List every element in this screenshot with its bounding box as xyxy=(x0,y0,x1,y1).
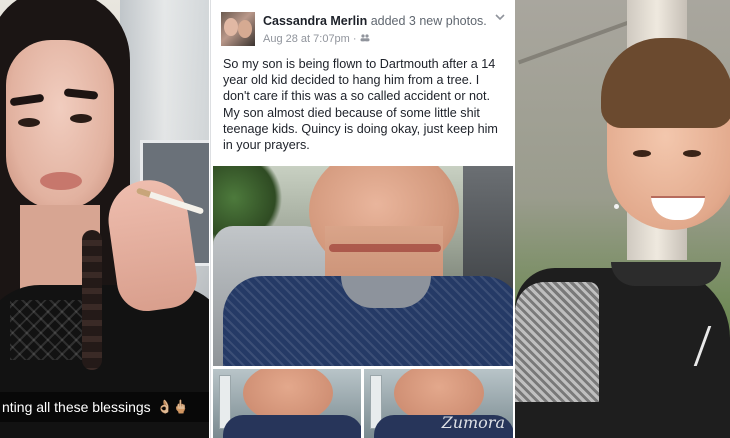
author-line: Cassandra Merlin added 3 new photos. xyxy=(263,14,487,28)
eye xyxy=(70,114,92,123)
post-photo-thumbnail[interactable]: Zumora xyxy=(364,369,513,438)
boy-hair xyxy=(601,38,730,128)
eye xyxy=(683,150,701,157)
eye xyxy=(633,150,651,157)
braid xyxy=(82,230,102,370)
composite-image: nting all these blessings 👌🏼🖕🏼 Cassandra… xyxy=(0,0,730,438)
post-action: added 3 new photos. xyxy=(370,14,487,28)
gray-sleeve xyxy=(515,282,599,402)
author-name-link[interactable]: Cassandra Merlin xyxy=(263,14,367,28)
post-header: Cassandra Merlin added 3 new photos. Aug… xyxy=(221,12,505,48)
watermark: Zumora xyxy=(441,413,505,432)
avatar-person xyxy=(224,18,238,36)
chevron-down-icon[interactable] xyxy=(495,12,505,24)
friends-icon xyxy=(360,33,370,45)
post-body-text: So my son is being flown to Dartmouth af… xyxy=(223,57,498,153)
caption-emoji: 👌🏼🖕🏼 xyxy=(156,399,190,414)
post-photo-thumbnail[interactable] xyxy=(213,369,361,438)
eye xyxy=(18,118,40,127)
post-photo-main[interactable] xyxy=(213,166,513,366)
earring xyxy=(614,204,619,209)
lips xyxy=(40,172,82,190)
post-timestamp-link[interactable]: Aug 28 at 7:07pm xyxy=(263,33,350,45)
child-shirt xyxy=(223,415,361,438)
meta-separator: · xyxy=(352,33,357,45)
right-boy-photo xyxy=(515,0,730,438)
neck-mark xyxy=(329,244,441,252)
avatar-person xyxy=(238,20,252,38)
snapchat-caption-bar: nting all these blessings 👌🏼🖕🏼 xyxy=(0,392,209,422)
author-avatar[interactable] xyxy=(221,12,255,46)
left-selfie-photo: nting all these blessings 👌🏼🖕🏼 xyxy=(0,0,209,438)
facebook-post: Cassandra Merlin added 3 new photos. Aug… xyxy=(210,0,516,438)
shirt-collar xyxy=(611,262,721,286)
caption-text: nting all these blessings xyxy=(2,399,151,415)
post-meta: Aug 28 at 7:07pm · xyxy=(263,33,370,45)
